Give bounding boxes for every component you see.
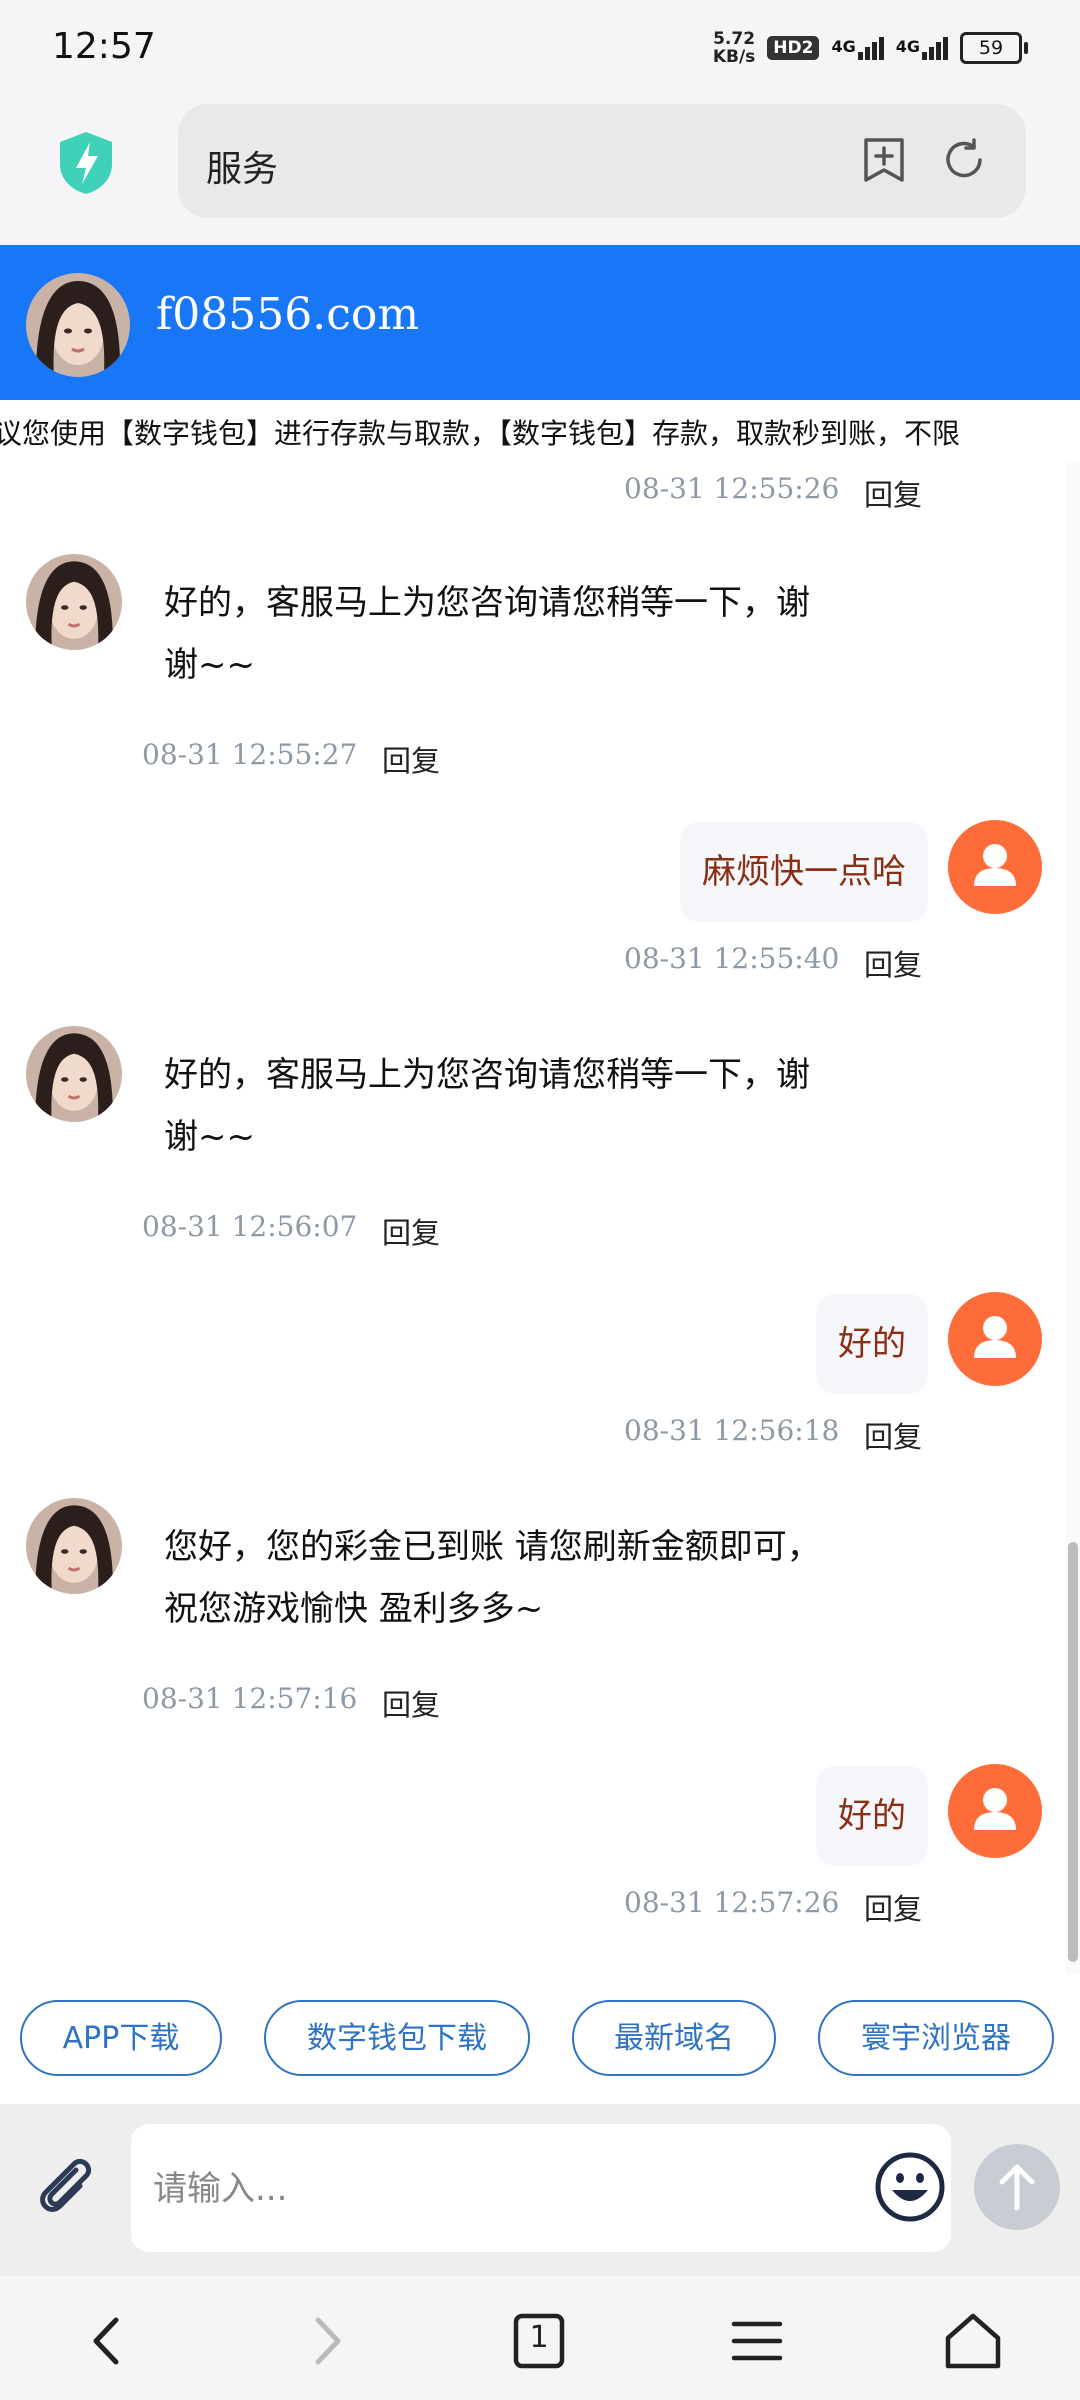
emoji-icon[interactable] [873, 2150, 947, 2224]
home-icon[interactable] [938, 2306, 1008, 2376]
add-bookmark-icon[interactable] [858, 134, 910, 186]
user-icon [974, 1788, 1016, 1830]
message-timestamp: 08-31 12:57:26 [624, 1886, 840, 1919]
reply-button[interactable]: 回复 [864, 1414, 922, 1456]
browser-toolbar: 服务 [0, 100, 1080, 245]
menu-icon[interactable] [722, 2306, 792, 2376]
paperclip-icon[interactable] [30, 2150, 102, 2222]
address-text[interactable]: 服务 [206, 140, 278, 192]
status-bar: 12:57 5.72 KB/s HD2 4G 4G 59 [0, 0, 1080, 100]
address-bar[interactable]: 服务 [178, 104, 1026, 218]
message-input-box[interactable] [131, 2124, 951, 2252]
message-timestamp: 08-31 12:56:07 [142, 1210, 358, 1243]
user-avatar [948, 1764, 1042, 1858]
user-icon [974, 844, 1016, 886]
scrollbar[interactable] [1066, 462, 1080, 1974]
agent-message: 您好，您的彩金已到账 请您刷新金额即可， 祝您游戏愉快 盈利多多~ [164, 1527, 821, 1629]
chat-header: f08556.com [0, 245, 1080, 400]
reply-button[interactable]: 回复 [864, 942, 922, 984]
user-avatar [948, 1292, 1042, 1386]
agent-avatar [26, 554, 122, 650]
refresh-icon[interactable] [938, 134, 990, 186]
clock: 12:57 [52, 26, 156, 67]
user-avatar [948, 820, 1042, 914]
send-button[interactable] [974, 2144, 1060, 2230]
network-speed: 5.72 KB/s [712, 29, 756, 67]
message-list[interactable]: 08-31 12:55:26 回复 好的，客服马上为您咨询请您稍等一下，谢 谢~… [0, 462, 1080, 1974]
user-message: 好的 [816, 1766, 928, 1866]
scrollbar-thumb[interactable] [1068, 1542, 1078, 1962]
user-icon [974, 1316, 1016, 1358]
user-message: 好的 [816, 1294, 928, 1394]
browser-bottom-nav: 1 [0, 2276, 1080, 2400]
message-input[interactable] [151, 2158, 775, 2220]
agent-message: 好的，客服马上为您咨询请您稍等一下，谢 谢~~ [164, 1055, 810, 1157]
tab-count: 1 [529, 2320, 549, 2355]
chat-title: f08556.com [156, 289, 420, 340]
back-icon[interactable] [72, 2306, 142, 2376]
agent-avatar [26, 1026, 122, 1122]
forward-icon[interactable] [292, 2306, 362, 2376]
message-timestamp: 08-31 12:55:40 [624, 942, 840, 975]
status-icons: 5.72 KB/s HD2 4G 4G 59 [712, 29, 1028, 67]
announcement-text: 议您使用【数字钱包】进行存款与取款，【数字钱包】存款，取款秒到账，不限 [0, 417, 961, 450]
battery-icon: 59 [960, 32, 1028, 64]
agent-message: 好的，客服马上为您咨询请您稍等一下，谢 谢~~ [164, 583, 810, 685]
reply-button[interactable]: 回复 [864, 1886, 922, 1928]
message-composer [0, 2104, 1080, 2276]
shield-bolt-icon[interactable] [56, 130, 116, 196]
reply-button[interactable]: 回复 [864, 472, 922, 514]
latest-domain-button[interactable]: 最新域名 [572, 2000, 776, 2076]
browser-download-button[interactable]: 寰宇浏览器 [818, 2000, 1054, 2076]
tabs-button[interactable]: 1 [504, 2306, 574, 2376]
agent-avatar [26, 273, 130, 377]
arrow-up-icon [999, 2164, 1035, 2211]
quick-links-bar: APP下载 数字钱包下载 最新域名 寰宇浏览器 [0, 1974, 1080, 2104]
message-timestamp: 08-31 12:56:18 [624, 1414, 840, 1447]
reply-button[interactable]: 回复 [382, 1682, 440, 1724]
message-timestamp: 08-31 12:55:26 [624, 472, 840, 505]
signal-icon: 4G [831, 36, 884, 60]
message-timestamp: 08-31 12:57:16 [142, 1682, 358, 1715]
reply-button[interactable]: 回复 [382, 1210, 440, 1252]
user-message: 麻烦快一点哈 [680, 822, 928, 922]
agent-avatar [26, 1498, 122, 1594]
reply-button[interactable]: 回复 [382, 738, 440, 780]
signal-icon: 4G [896, 36, 948, 60]
announcement-marquee: 议您使用【数字钱包】进行存款与取款，【数字钱包】存款，取款秒到账，不限 [0, 400, 1080, 462]
wallet-download-button[interactable]: 数字钱包下载 [264, 2000, 530, 2076]
app-download-button[interactable]: APP下载 [20, 2000, 222, 2076]
message-timestamp: 08-31 12:55:27 [142, 738, 358, 771]
hd-badge: HD2 [767, 36, 820, 60]
